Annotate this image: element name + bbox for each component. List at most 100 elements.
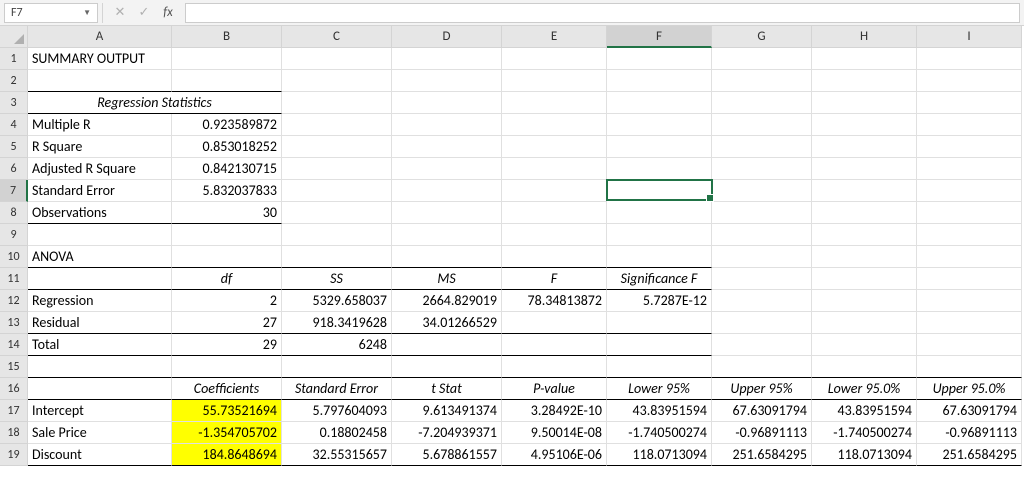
cell[interactable]: 5.7287E-12 <box>607 290 712 312</box>
cell[interactable] <box>812 70 917 92</box>
row-head[interactable]: 9 <box>0 224 28 246</box>
cell[interactable] <box>812 136 917 158</box>
cell[interactable]: 9.613491374 <box>392 400 502 422</box>
cell[interactable]: -1.740500274 <box>607 422 712 444</box>
cell[interactable] <box>502 92 607 114</box>
fx-icon[interactable]: fx <box>161 6 175 20</box>
cell[interactable]: 118.0713094 <box>812 444 917 466</box>
cell[interactable] <box>502 180 607 202</box>
spreadsheet-grid[interactable]: A B C D E F G H I 1 SUMMARY OUTPUT 2 3 R… <box>0 26 1024 466</box>
cell[interactable] <box>282 70 392 92</box>
name-box[interactable]: F7 ▼ <box>4 3 98 23</box>
cell[interactable]: Regression <box>28 290 172 312</box>
cell[interactable] <box>712 180 812 202</box>
cell[interactable]: ANOVA <box>28 246 172 268</box>
selected-cell[interactable] <box>606 179 713 201</box>
cell[interactable]: Sale Price <box>28 422 172 444</box>
cell[interactable] <box>392 224 502 246</box>
cell[interactable] <box>812 224 917 246</box>
cell[interactable]: 0.923589872 <box>172 114 282 136</box>
row-head[interactable]: 19 <box>0 444 28 466</box>
cell[interactable]: Coefficients <box>172 378 282 400</box>
cell[interactable]: F <box>502 268 607 290</box>
cell[interactable]: Multiple R <box>28 114 172 136</box>
confirm-icon[interactable]: ✓ <box>137 6 151 20</box>
cell[interactable]: 6248 <box>282 334 392 356</box>
cell[interactable]: 184.8648694 <box>172 444 282 466</box>
cell[interactable] <box>712 356 812 378</box>
cell[interactable]: 5.797604093 <box>282 400 392 422</box>
cell[interactable] <box>172 224 282 246</box>
cell[interactable] <box>812 312 917 334</box>
cell[interactable] <box>607 158 712 180</box>
cell[interactable]: Lower 95.0% <box>812 378 917 400</box>
cell[interactable] <box>812 114 917 136</box>
cell[interactable] <box>917 268 1022 290</box>
cell[interactable] <box>607 224 712 246</box>
cell[interactable]: t Stat <box>392 378 502 400</box>
cell[interactable] <box>607 48 712 70</box>
cell[interactable] <box>282 180 392 202</box>
cell[interactable]: 5.678861557 <box>392 444 502 466</box>
cell[interactable]: -0.96891113 <box>712 422 812 444</box>
cell[interactable] <box>502 136 607 158</box>
cell[interactable]: 251.6584295 <box>712 444 812 466</box>
cell[interactable] <box>712 290 812 312</box>
row-head[interactable]: 3 <box>0 92 28 114</box>
cell[interactable]: 2664.829019 <box>392 290 502 312</box>
cell[interactable]: -0.96891113 <box>917 422 1022 444</box>
row-head[interactable]: 16 <box>0 378 28 400</box>
cell[interactable] <box>282 48 392 70</box>
cell[interactable] <box>917 312 1022 334</box>
row-head[interactable]: 8 <box>0 202 28 224</box>
col-head-E[interactable]: E <box>502 26 607 48</box>
cell[interactable] <box>172 70 282 92</box>
row-head[interactable]: 5 <box>0 136 28 158</box>
cell[interactable] <box>812 158 917 180</box>
cell[interactable]: Observations <box>28 202 172 224</box>
cell[interactable] <box>607 202 712 224</box>
cell[interactable]: -1.740500274 <box>812 422 917 444</box>
cell[interactable] <box>282 114 392 136</box>
cell[interactable] <box>712 312 812 334</box>
cell[interactable] <box>502 70 607 92</box>
cell[interactable] <box>607 92 712 114</box>
cell[interactable]: 55.73521694 <box>172 400 282 422</box>
cell[interactable]: 918.3419628 <box>282 312 392 334</box>
cell[interactable]: Discount <box>28 444 172 466</box>
row-head[interactable]: 2 <box>0 70 28 92</box>
cell[interactable] <box>917 290 1022 312</box>
cell[interactable]: 67.63091794 <box>917 400 1022 422</box>
row-head[interactable]: 18 <box>0 422 28 444</box>
cell[interactable] <box>607 136 712 158</box>
cell[interactable] <box>502 224 607 246</box>
cell[interactable] <box>812 92 917 114</box>
cell[interactable] <box>172 356 282 378</box>
cell[interactable] <box>502 48 607 70</box>
cell[interactable] <box>917 114 1022 136</box>
cell[interactable]: 30 <box>172 202 282 224</box>
cell[interactable] <box>392 70 502 92</box>
cell[interactable] <box>917 48 1022 70</box>
cell[interactable] <box>917 334 1022 356</box>
cell[interactable] <box>812 246 917 268</box>
cell[interactable]: 67.63091794 <box>712 400 812 422</box>
row-head[interactable]: 4 <box>0 114 28 136</box>
col-head-C[interactable]: C <box>282 26 392 48</box>
cell[interactable] <box>502 114 607 136</box>
cell[interactable] <box>502 202 607 224</box>
cell[interactable]: Significance F <box>607 268 712 290</box>
cell[interactable] <box>282 92 392 114</box>
cell[interactable] <box>917 158 1022 180</box>
cell[interactable] <box>172 246 282 268</box>
cell[interactable] <box>282 246 392 268</box>
row-head[interactable]: 15 <box>0 356 28 378</box>
col-head-D[interactable]: D <box>392 26 502 48</box>
cell[interactable]: 3.28492E-10 <box>502 400 607 422</box>
cell[interactable] <box>502 356 607 378</box>
cell[interactable]: Lower 95% <box>607 378 712 400</box>
cell[interactable] <box>812 48 917 70</box>
cell[interactable] <box>712 202 812 224</box>
cell[interactable] <box>712 136 812 158</box>
cell[interactable] <box>28 268 172 290</box>
